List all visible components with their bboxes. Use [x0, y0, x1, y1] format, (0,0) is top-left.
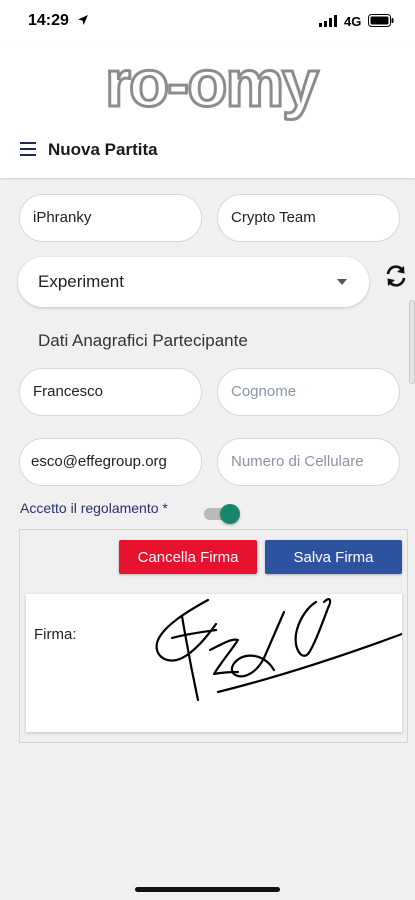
hamburger-menu-icon[interactable] — [20, 142, 36, 156]
toggle-knob — [220, 504, 240, 524]
dropdown-arrow-icon — [337, 279, 347, 285]
signature-canvas[interactable]: Firma: — [26, 594, 402, 732]
section-title: Dati Anagrafici Partecipante — [38, 331, 248, 350]
player-name-input[interactable]: iPhranky — [19, 194, 202, 242]
accept-rules-label: Accetto il regolamento * — [20, 500, 168, 516]
game-select[interactable]: Experiment — [18, 257, 369, 307]
logo-text: ro-omy — [105, 54, 319, 120]
phone-input[interactable]: Numero di Cellulare — [217, 438, 400, 486]
scroll-indicator[interactable] — [409, 300, 415, 384]
signature-label: Firma: — [34, 626, 77, 643]
team-name-input[interactable]: Crypto Team — [217, 194, 400, 242]
cellular-signal-icon — [319, 15, 337, 27]
status-time: 14:29 — [28, 12, 69, 29]
save-signature-button[interactable]: Salva Firma — [265, 540, 402, 574]
battery-icon — [368, 14, 394, 27]
network-type-label: 4G — [344, 14, 362, 29]
roomy-logo: ro-omy — [104, 54, 323, 122]
status-bar: 14:29 4G — [0, 0, 415, 44]
app-header: ro-omy Nuova Partita — [0, 44, 415, 179]
handwritten-signature — [155, 598, 402, 702]
game-select-value: Experiment — [38, 272, 124, 291]
home-indicator[interactable] — [135, 887, 280, 892]
cancel-signature-button[interactable]: Cancella Firma — [119, 540, 257, 574]
signature-panel: Cancella Firma Salva Firma Firma: — [19, 529, 408, 743]
accept-rules-toggle[interactable] — [204, 504, 242, 524]
page-title: Nuova Partita — [48, 140, 158, 159]
location-arrow-icon — [78, 15, 88, 25]
refresh-icon[interactable] — [384, 264, 408, 288]
first-name-input[interactable]: Francesco — [19, 368, 202, 416]
last-name-input[interactable]: Cognome — [217, 368, 400, 416]
email-input[interactable]: esco@effegroup.org — [19, 438, 202, 486]
